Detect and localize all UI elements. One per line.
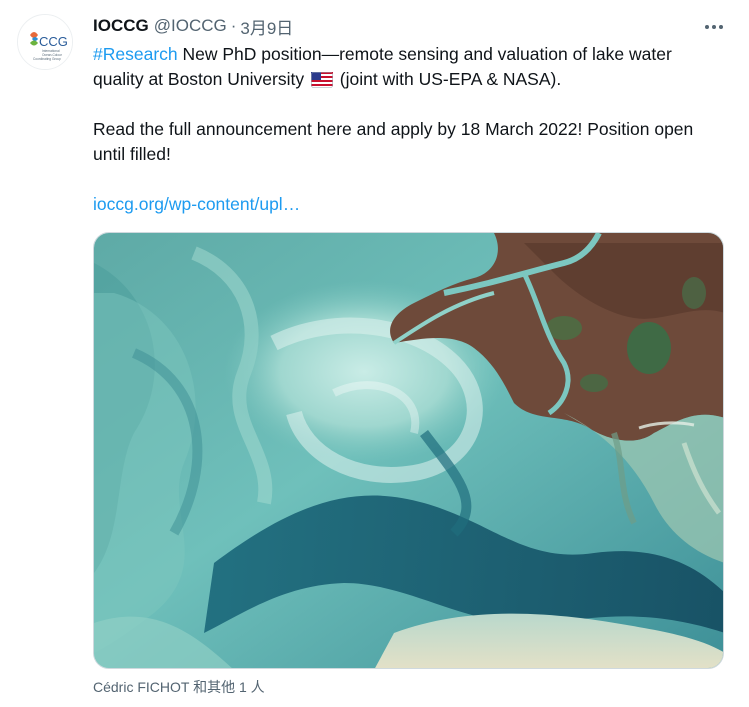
tweet-link[interactable]: ioccg.org/wp-content/upl…: [93, 194, 300, 214]
tweet-text-part-2: (joint with US-EPA & NASA).: [334, 69, 562, 89]
tweet-paragraph-2: Read the full announcement here and appl…: [93, 119, 694, 164]
logo-subline-3: Coordinating Group: [33, 57, 61, 61]
tweet-date[interactable]: 3月9日: [240, 14, 293, 39]
satellite-lake-image: [94, 233, 723, 668]
logo-text: CCG: [39, 34, 68, 49]
more-horizontal-icon[interactable]: [699, 14, 729, 40]
author-handle[interactable]: @IOCCG: [154, 16, 227, 36]
tweet-paragraph-3: ioccg.org/wp-content/upl…: [93, 192, 723, 217]
header-separator: ·: [230, 16, 237, 35]
tweet[interactable]: CCG International Ocean-Colour Coordinat…: [0, 0, 749, 707]
hashtag-link[interactable]: #Research: [93, 44, 178, 64]
tweet-media-image[interactable]: [93, 232, 724, 669]
tagged-users[interactable]: Cédric FICHOT 和其他 1 人: [93, 677, 265, 697]
tweet-paragraph-1: #Research New PhD position—remote sensin…: [93, 42, 723, 92]
tweet-header: IOCCG @IOCCG · 3月9日: [93, 14, 293, 38]
tweet-text: #Research New PhD position—remote sensin…: [93, 42, 723, 217]
author-name[interactable]: IOCCG: [93, 16, 149, 36]
us-flag-icon: [310, 72, 333, 88]
avatar[interactable]: CCG International Ocean-Colour Coordinat…: [17, 14, 73, 70]
ioccg-logo-icon: CCG International Ocean-Colour Coordinat…: [18, 15, 72, 69]
